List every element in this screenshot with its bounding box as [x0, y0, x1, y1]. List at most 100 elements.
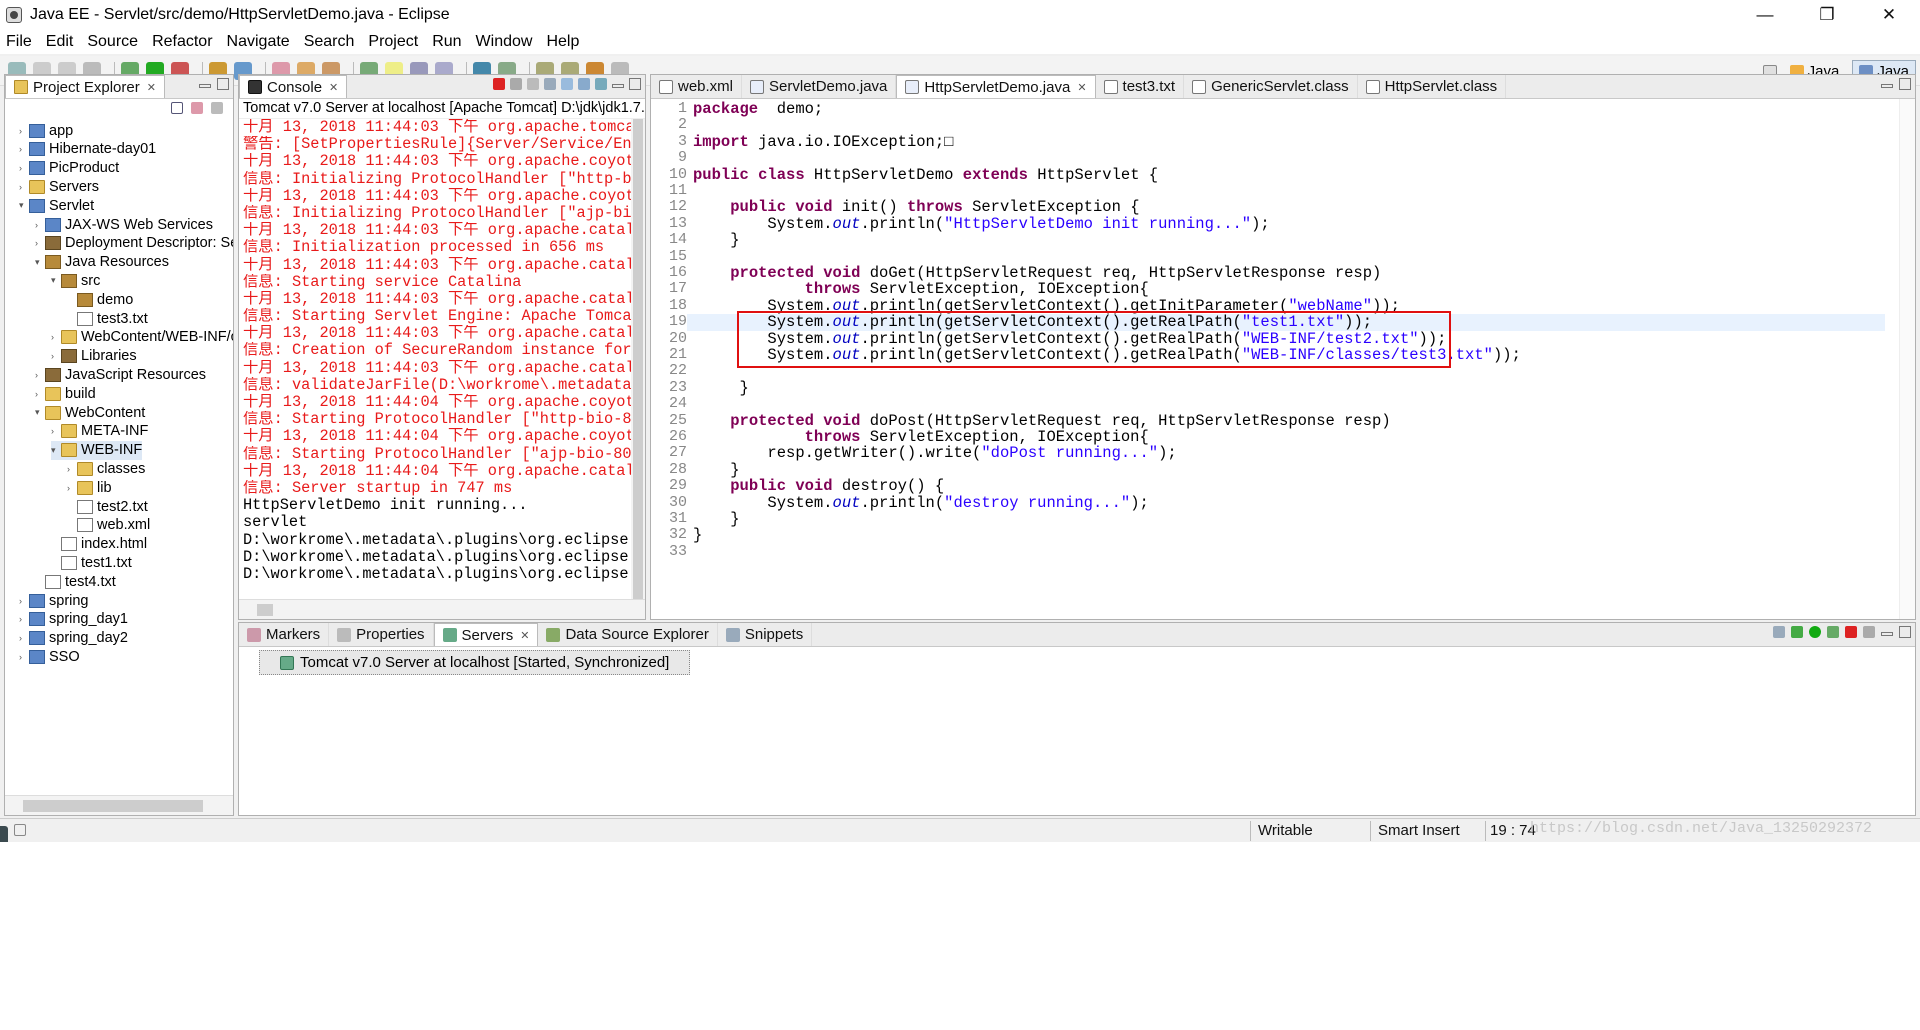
expand-arrow-icon[interactable]: › [51, 426, 61, 436]
tab-servletdemo-java[interactable]: ServletDemo.java [742, 75, 897, 98]
maximize-view-icon[interactable] [1899, 78, 1911, 90]
tab-markers[interactable]: Markers [239, 623, 330, 646]
tree-item[interactable]: demo [67, 290, 133, 309]
tree-item[interactable]: ▾ src [51, 271, 100, 290]
tree-item[interactable]: › JAX-WS Web Services [35, 215, 213, 234]
expand-arrow-icon[interactable]: › [19, 126, 29, 136]
tree-item[interactable]: › lib [67, 478, 112, 497]
tab-test3-txt[interactable]: test3.txt [1096, 75, 1185, 98]
remove-all-icon[interactable] [527, 78, 539, 90]
expand-arrow-icon[interactable]: › [19, 614, 29, 624]
maximize-view-icon[interactable] [217, 78, 229, 90]
tree-item[interactable]: › META-INF [51, 422, 148, 441]
tree-item[interactable]: › WebContent/WEB-INF/classes [51, 328, 233, 347]
expand-arrow-icon[interactable]: › [35, 238, 45, 248]
menu-file[interactable]: File [6, 33, 32, 51]
tree-item[interactable]: index.html [51, 535, 147, 554]
maximize-button[interactable]: ❐ [1796, 0, 1858, 30]
remove-launch-icon[interactable] [510, 78, 522, 90]
expand-arrow-icon[interactable]: › [67, 464, 77, 474]
tab-properties[interactable]: Properties [329, 623, 434, 646]
tree-item[interactable]: › app [19, 121, 73, 140]
expand-arrow-icon[interactable]: › [51, 351, 61, 361]
expand-arrow-icon[interactable]: › [19, 182, 29, 192]
code-editor[interactable]: 1 2 3 9 10 11 12 13 14 15 16 17 18 19 20 21 22 23 24 25 26 27… [651, 99, 1915, 619]
tab-project-explorer[interactable]: Project Explorer ✕ [5, 75, 165, 98]
menu-help[interactable]: Help [546, 33, 579, 51]
tree-item[interactable]: ▾ Servlet [19, 196, 94, 215]
tree-item[interactable]: › build [35, 384, 96, 403]
collapse-arrow-icon[interactable]: ▾ [51, 445, 61, 456]
debug-server-icon[interactable] [1791, 626, 1803, 638]
server-row[interactable]: Tomcat v7.0 Server at localhost [Started… [259, 650, 691, 675]
tree-item[interactable]: test3.txt [67, 309, 148, 328]
minimize-view-icon[interactable] [1881, 632, 1893, 636]
tree-item[interactable]: ▾ Java Resources [35, 253, 169, 272]
horizontal-scrollbar[interactable] [239, 599, 645, 619]
clear-console-icon[interactable] [544, 78, 556, 90]
expand-arrow-icon[interactable]: › [19, 163, 29, 173]
tree-item[interactable]: web.xml [67, 516, 150, 535]
tree-item[interactable]: › PicProduct [19, 159, 119, 178]
tab-data-source-explorer[interactable]: Data Source Explorer [538, 623, 718, 646]
tab-httpservletdemo-java[interactable]: HttpServletDemo.java ✕ [896, 75, 1096, 98]
expand-arrow-icon[interactable]: › [19, 652, 29, 662]
expand-arrow-icon[interactable]: › [67, 483, 77, 493]
maximize-view-icon[interactable] [1899, 626, 1911, 638]
terminate-icon[interactable] [493, 78, 505, 90]
collapse-arrow-icon[interactable]: ▾ [35, 257, 45, 268]
menu-project[interactable]: Project [368, 33, 418, 51]
close-icon[interactable]: ✕ [147, 81, 156, 94]
scroll-thumb[interactable] [257, 604, 273, 616]
display-console-icon[interactable] [595, 78, 607, 90]
expand-arrow-icon[interactable]: › [19, 596, 29, 606]
tree-item[interactable]: › Servers [19, 177, 99, 196]
expand-arrow-icon[interactable]: › [51, 332, 61, 342]
minimize-view-icon[interactable] [199, 84, 211, 88]
tree-item[interactable]: › spring [19, 591, 89, 610]
collapse-arrow-icon[interactable]: ▾ [51, 275, 61, 286]
tree-item[interactable]: › spring_day1 [19, 610, 128, 629]
menu-window[interactable]: Window [476, 33, 533, 51]
tree-item[interactable]: › spring_day2 [19, 629, 128, 648]
expand-arrow-icon[interactable]: › [35, 370, 45, 380]
tree-item[interactable]: test2.txt [67, 497, 148, 516]
tree-item[interactable]: ▾ WebContent [35, 403, 145, 422]
collapse-arrow-icon[interactable]: ▾ [19, 200, 29, 211]
publish-icon[interactable] [1863, 626, 1875, 638]
link-with-editor-icon[interactable] [191, 102, 203, 114]
minimize-view-icon[interactable] [1881, 84, 1893, 88]
tab-snippets[interactable]: Snippets [718, 623, 813, 646]
close-icon[interactable]: ✕ [1077, 81, 1086, 94]
horizontal-scrollbar[interactable] [5, 795, 233, 815]
tab-console[interactable]: Console ✕ [239, 75, 348, 98]
close-icon[interactable]: ✕ [329, 81, 338, 94]
scroll-thumb[interactable] [23, 800, 203, 812]
start-server-icon[interactable] [1809, 626, 1821, 638]
tree-item[interactable]: ▾ WEB-INF [51, 440, 143, 460]
scroll-lock-icon[interactable] [561, 78, 573, 90]
collapse-arrow-icon[interactable]: ▾ [35, 407, 45, 418]
menu-source[interactable]: Source [87, 33, 138, 51]
menu-edit[interactable]: Edit [46, 33, 74, 51]
console-output[interactable]: 十月 13, 2018 11:44:03 下午 org.apache.tomca… [239, 119, 645, 599]
tree-item[interactable]: › SSO [19, 647, 80, 666]
collapse-icon[interactable] [1773, 626, 1785, 638]
menu-refactor[interactable]: Refactor [152, 33, 212, 51]
tree-item[interactable]: test1.txt [51, 553, 132, 572]
vertical-scrollbar[interactable] [631, 119, 645, 599]
expand-arrow-icon[interactable]: › [19, 633, 29, 643]
fast-view-icon[interactable] [14, 824, 26, 836]
menu-navigate[interactable]: Navigate [227, 33, 290, 51]
close-button[interactable]: ✕ [1858, 0, 1920, 30]
tree-item[interactable]: › Libraries [51, 347, 137, 366]
stop-server-icon[interactable] [1845, 626, 1857, 638]
menu-search[interactable]: Search [304, 33, 355, 51]
collapse-all-icon[interactable] [171, 102, 183, 114]
tab-web-xml[interactable]: web.xml [651, 75, 743, 98]
expand-arrow-icon[interactable]: › [35, 220, 45, 230]
close-icon[interactable]: ✕ [520, 629, 529, 642]
minimize-button[interactable]: — [1734, 0, 1796, 30]
tree-item[interactable]: › Hibernate-day01 [19, 140, 156, 159]
menu-run[interactable]: Run [432, 33, 461, 51]
